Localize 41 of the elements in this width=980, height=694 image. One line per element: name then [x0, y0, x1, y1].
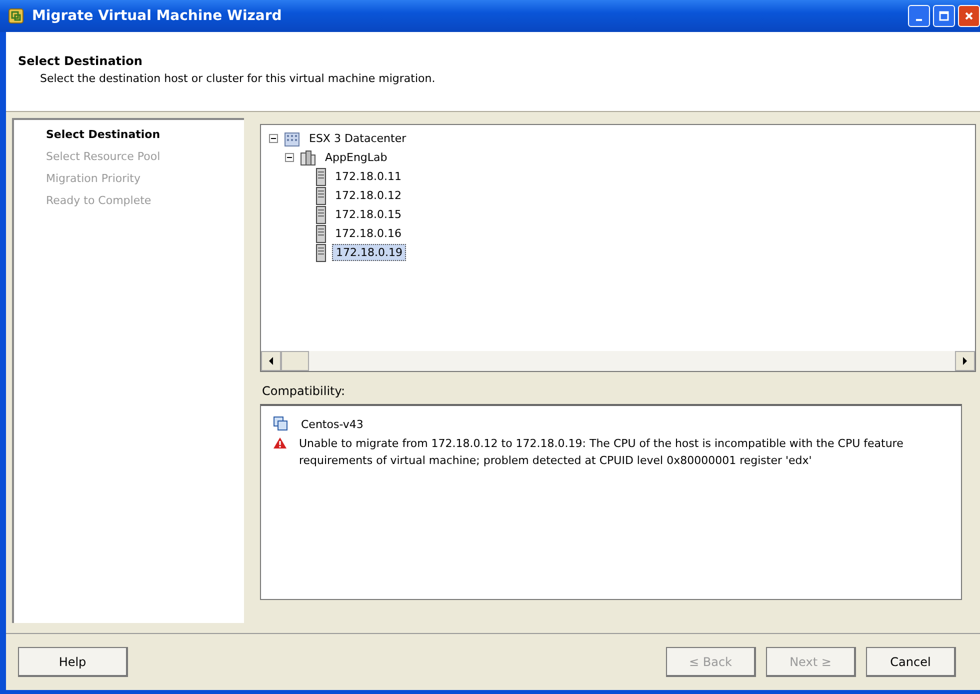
maximize-button[interactable]	[933, 5, 955, 27]
app-icon	[8, 8, 24, 24]
tree-item[interactable]: 172.18.0.16	[332, 226, 404, 241]
right-arrow-icon[interactable]	[961, 357, 969, 365]
tree-item[interactable]: 172.18.0.15	[332, 207, 404, 222]
step-item: Migration Priority	[46, 171, 142, 187]
wizard-button[interactable]: Help	[18, 647, 128, 677]
tree-item[interactable]: ESX 3 Datacenter	[306, 131, 410, 146]
tree-item[interactable]: AppEngLab	[322, 150, 390, 165]
wizard-button[interactable]: Cancel	[866, 647, 956, 677]
server-icon	[316, 244, 326, 262]
error-message: Unable to migrate from 172.18.0.12 to 172.18.0.19: The CPU of the host is incompatible with the CPU feature requirements of virtual machine; problem detected at CPUID level 0x80000001 register 'edx'	[299, 436, 904, 469]
step-item: Select Destination	[46, 127, 162, 143]
warning-icon	[273, 437, 287, 449]
page-subtitle: Select the destination host or cluster for this virtual machine migration.	[39, 72, 436, 85]
close-icon	[964, 11, 974, 21]
horizontal-scrollbar[interactable]	[261, 351, 975, 371]
vm-name: Centos-v43	[301, 418, 364, 430]
server-icon	[316, 206, 326, 224]
server-icon	[316, 168, 326, 186]
server-icon	[316, 186, 326, 204]
tree-item[interactable]: 172.18.0.19	[332, 244, 406, 261]
close-button[interactable]	[958, 5, 980, 27]
left-arrow-icon[interactable]	[267, 357, 275, 365]
minimize-icon	[916, 19, 922, 21]
page-title: Select Destination	[18, 54, 144, 68]
cluster-icon	[300, 150, 316, 166]
step-item: Ready to Complete	[46, 193, 152, 209]
minimize-button[interactable]	[908, 5, 930, 27]
collapse-icon[interactable]	[269, 134, 278, 143]
step-item: Select Resource Pool	[46, 149, 162, 165]
tree-item[interactable]: 172.18.0.12	[332, 188, 404, 203]
section-label: Compatibility:	[262, 384, 346, 398]
window-title: Migrate Virtual Machine Wizard	[32, 8, 282, 24]
scrollbar-thumb[interactable]	[281, 351, 309, 371]
collapse-icon[interactable]	[285, 153, 294, 162]
virtual-machine-icon	[273, 416, 289, 432]
building-icon	[284, 130, 300, 146]
tree-item[interactable]: 172.18.0.11	[332, 169, 404, 184]
server-icon	[316, 224, 326, 242]
maximize-icon	[939, 11, 949, 21]
